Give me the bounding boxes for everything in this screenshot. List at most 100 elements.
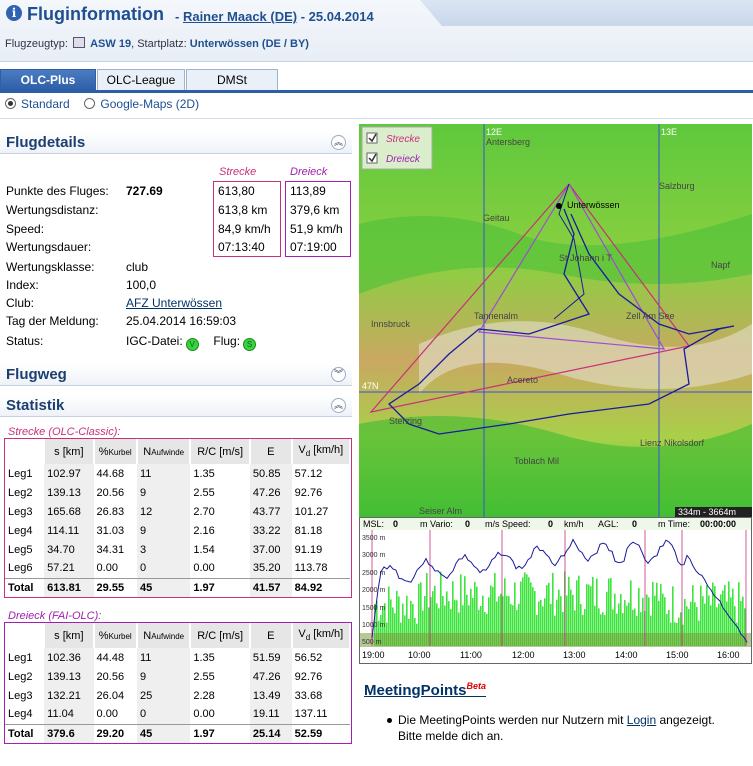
tab-olc-league[interactable]: OLC-League: [97, 69, 185, 90]
table-cell: 52.59: [291, 723, 350, 743]
dreieck-value: 113,89: [290, 184, 326, 198]
radio-google-maps[interactable]: [84, 98, 96, 109]
dreieck-stats-table: s [km] %Kurbel NAufwinde R/C [m/s] E Vd [km/h…: [5, 623, 352, 743]
pilot-link[interactable]: Rainer Maack (DE): [183, 9, 297, 24]
table-cell: 45: [136, 723, 191, 743]
status-value: IGC-Datei: V Flug: S: [126, 334, 257, 351]
table-cell: 3: [136, 540, 191, 559]
table-cell: 11.04: [44, 705, 94, 724]
table-cell: 1.54: [193, 543, 215, 556]
table-cell: 0.00: [96, 562, 118, 575]
column-header: s [km]: [44, 623, 95, 648]
barogram-canvas: MSL: 0 m Vario: 0 m/s Speed: 0 km/h AGL:…: [360, 518, 751, 663]
tab-olc-plus[interactable]: OLC-Plus: [0, 69, 96, 90]
table-cell: 113.78: [294, 562, 328, 575]
flight-map[interactable]: Strecke Dreieck Antersberg Salzburg Unte…: [359, 124, 752, 517]
collapse-icon[interactable]: ︽: [331, 398, 346, 413]
table-cell: 9: [136, 483, 191, 502]
igc-check-icon[interactable]: V: [185, 338, 199, 351]
table-cell: 2.16: [193, 524, 215, 537]
table-cell: 9: [136, 667, 191, 686]
table-cell: 50.85: [249, 464, 292, 483]
dreieck-table: s [km] %Kurbel NAufwinde R/C [m/s] E Vd [km/h…: [4, 622, 352, 744]
detail-label: Tag der Meldung:: [6, 314, 99, 328]
table-cell: 11: [136, 648, 191, 667]
table-row: Leg6 57.21 0.00 0 0.00 35.20 113.78: [5, 559, 350, 578]
detail-label: Club:: [6, 296, 35, 310]
table-cell: 102.36: [44, 648, 94, 667]
msl-value: 0: [393, 519, 398, 529]
page-subtitle: - Rainer Maack (DE) - 25.04.2014: [175, 9, 374, 24]
x-tick: 16:00: [717, 650, 740, 660]
table-cell: 139.13: [44, 667, 94, 686]
expand-icon[interactable]: ︾: [331, 367, 346, 382]
strecke-value: 613,80: [218, 184, 255, 198]
map-label: Geitau: [483, 213, 510, 223]
table-cell: 0: [136, 559, 191, 578]
speed-bars: [360, 571, 751, 647]
strecke-value: 613,8 km: [218, 203, 268, 217]
table-cell: 0.00: [96, 708, 118, 721]
table-row: Leg5 34.70 34.31 3 1.54 37.00 91.19: [5, 540, 350, 559]
table-cell: 19.11: [249, 705, 292, 724]
meetingpoints-title-text: MeetingPoints: [364, 682, 467, 699]
start-site: Unterwössen (DE / BY): [189, 38, 309, 50]
y-tick: 3000 m: [362, 552, 386, 559]
table-cell: 34.31: [96, 543, 125, 556]
page-title: Fluginformation: [27, 4, 164, 24]
detail-label: Speed:: [6, 222, 45, 236]
map-label: Lienz Nikolsdorf: [640, 438, 705, 448]
view-selector: Standard Google-Maps (2D): [5, 97, 199, 111]
vario-value: 0: [465, 519, 470, 529]
y-tick: 1500 m: [362, 605, 386, 612]
grid-label: 47N: [362, 381, 379, 391]
takeoff-marker[interactable]: [556, 203, 562, 209]
agl-value: 0: [632, 519, 637, 529]
speed-value: 0: [548, 519, 553, 529]
table-row: Leg4 114.11 31.03 9 2.16 33.22 81.18: [5, 521, 350, 540]
column-header: Vd [km/h]: [291, 623, 352, 648]
table-cell: Leg5: [8, 543, 33, 556]
login-link[interactable]: Login: [627, 713, 656, 727]
meetingpoints-text-pre: Die MeetingPoints werden nur Nutzern mit: [398, 713, 627, 727]
table-cell: 81.18: [294, 524, 323, 537]
beta-badge: Beta: [466, 681, 487, 691]
table-cell: 92.76: [294, 486, 323, 499]
kmh-label: km/h: [564, 519, 584, 529]
flug-check-icon[interactable]: S: [243, 338, 257, 351]
table-cell: 2.28: [193, 689, 215, 702]
info-icon: i: [6, 5, 22, 21]
meetingpoints-title[interactable]: MeetingPointsBeta: [364, 681, 486, 699]
divider: [0, 118, 753, 119]
column-header: R/C [m/s]: [190, 439, 251, 464]
table-cell: 51.59: [249, 648, 292, 667]
tab-dmst[interactable]: DMSt: [186, 69, 278, 90]
column-header: [5, 439, 46, 464]
legend-strecke[interactable]: Strecke: [386, 134, 420, 145]
barogram[interactable]: MSL: 0 m Vario: 0 m/s Speed: 0 km/h AGL:…: [359, 517, 752, 664]
table-cell: 2.55: [193, 670, 215, 683]
collapse-icon[interactable]: ︽: [331, 135, 346, 150]
club-link[interactable]: AFZ Unterwössen: [126, 296, 222, 310]
page-header: i Fluginformation - Rainer Maack (DE) - …: [0, 0, 753, 62]
plane-info-icon[interactable]: [73, 37, 86, 48]
column-header: Vd [km/h]: [291, 439, 352, 464]
table-cell: Leg3: [8, 689, 33, 702]
legend-dreieck[interactable]: Dreieck: [386, 154, 421, 165]
table-row: Leg1 102.97 44.68 11 1.35 50.85 57.12: [5, 464, 350, 483]
col-strecke: Strecke: [219, 166, 257, 178]
header-decoration: [420, 0, 753, 26]
flug-label: Flug:: [213, 334, 241, 348]
section-statistik: Statistik ︽: [0, 395, 352, 417]
table-cell: 1.35: [193, 467, 215, 480]
table-header-row: s [km] %Kurbel NAufwinde R/C [m/s] E Vd [km/h…: [5, 439, 352, 464]
table-row: Leg3 132.21 26.04 25 2.28 13.49 33.68: [5, 686, 350, 705]
table-cell: 45: [136, 577, 191, 597]
table-row: Total 613.81 29.55 45 1.97 41.57 84.92: [5, 577, 350, 597]
table-cell: 114.11: [44, 521, 94, 540]
map-label: Unterwössen: [567, 200, 620, 210]
x-tick: 19:00: [362, 650, 385, 660]
radio-standard[interactable]: [5, 98, 16, 109]
table-cell: 379.6: [44, 723, 94, 743]
table-cell: 29.55: [93, 577, 137, 597]
